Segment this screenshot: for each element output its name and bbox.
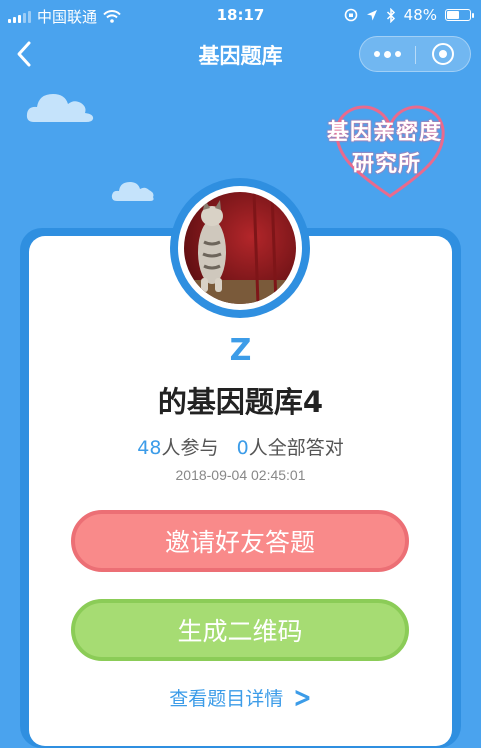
avatar [184, 192, 296, 304]
battery-percent: 48% [403, 6, 437, 24]
close-capsule-button[interactable] [416, 37, 471, 71]
participants-label: 人参与 [161, 437, 219, 459]
chevron-right-icon: > [293, 682, 312, 715]
logo-line-1: 基因亲密度 [327, 120, 443, 145]
generate-qrcode-button[interactable]: 生成二维码 [71, 599, 409, 661]
created-timestamp: 2018-09-04 02:45:01 [175, 467, 306, 483]
bluetooth-icon [386, 7, 395, 23]
cloud-decoration [26, 94, 94, 122]
stats-line: 48人参与 0人全部答对 [0, 433, 481, 460]
status-right: 48% [344, 6, 474, 24]
location-icon [366, 9, 377, 20]
battery-icon [445, 9, 474, 21]
all-correct-label: 人全部答对 [248, 437, 344, 459]
creator-name: Z [229, 333, 252, 368]
cat-avatar-image [184, 192, 296, 304]
view-details-label: 查看题目详情 [169, 688, 284, 710]
logo-line-2: 研究所 [352, 152, 422, 177]
orientation-lock-icon [344, 8, 357, 22]
mini-program-capsule [359, 36, 471, 72]
invite-button-label: 邀请好友答题 [164, 528, 315, 557]
more-button[interactable] [360, 37, 415, 71]
view-details-link[interactable]: 查看题目详情 > [0, 682, 481, 715]
cloud-decoration [111, 182, 154, 201]
nav-bar: 基因题库 [0, 30, 481, 78]
participants-count: 48 [137, 437, 162, 459]
qrcode-button-label: 生成二维码 [177, 617, 303, 646]
close-capsule-icon [432, 43, 454, 65]
all-correct-count: 0 [236, 437, 249, 459]
quiz-bank-title: 的基因题库4 [157, 385, 324, 419]
status-bar: 中国联通 18:17 48% [0, 0, 481, 30]
invite-friends-button[interactable]: 邀请好友答题 [71, 510, 409, 572]
logo: 基因亲密度 研究所 [325, 100, 455, 200]
more-dots-icon [374, 50, 401, 58]
